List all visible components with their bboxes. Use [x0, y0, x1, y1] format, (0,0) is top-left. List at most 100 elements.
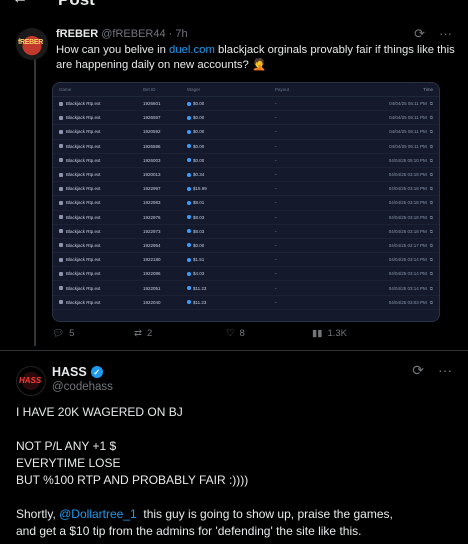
wager-value: $0.00 — [193, 157, 205, 163]
time-cell: 04/04/25 05:11 PM ⧉ — [385, 129, 433, 134]
game-cell: Blackjack Rtp.ext — [59, 158, 143, 163]
external-link-icon: ⧉ — [429, 200, 433, 206]
grok-icon[interactable]: ⟳ — [412, 362, 424, 379]
views-button[interactable]: ▮▮ 1.3K — [312, 328, 347, 339]
author-name[interactable]: fREBER — [56, 28, 98, 40]
divider — [0, 350, 468, 351]
game-icon — [59, 186, 63, 191]
like-count: 8 — [239, 328, 245, 339]
repost-button[interactable]: ⇄ 2 — [134, 328, 226, 339]
game-icon — [59, 215, 63, 220]
domain-link[interactable]: duel.com — [169, 44, 215, 56]
grok-icon[interactable]: ⟳ — [414, 26, 425, 42]
more-icon[interactable]: ··· — [439, 26, 452, 42]
time-cell: 04/04/25 03:14 PM ⧉ — [385, 257, 433, 262]
table-row: Blackjack Rtp.ext 1922983 $8.01 - 04/04/25 0… — [53, 196, 439, 211]
time-value: 04/04/25 03:18 PM — [388, 186, 427, 192]
attached-screenshot[interactable]: Game Bet ID Wager Payout Time Blackjack … — [52, 82, 440, 322]
parent-tweet[interactable]: fREBER fREBER @fREBER44 · 7h ⟳ ··· How c… — [0, 18, 468, 348]
external-link-icon: ⧉ — [429, 271, 433, 277]
table-row: Blackjack Rtp.ext 1922051 $11.23 - 04/04/25 … — [53, 281, 439, 296]
game-icon — [59, 300, 63, 305]
more-icon[interactable]: ··· — [438, 362, 452, 379]
wager-value: $0.34 — [193, 172, 205, 178]
tweet-text-part: Shortly, — [16, 507, 60, 521]
payout-cell: - — [275, 271, 277, 277]
wager-value: $8.01 — [193, 200, 205, 206]
game-icon — [59, 257, 63, 262]
bet-id-cell: 1926601 — [143, 101, 161, 107]
reply-button[interactable]: 💬︎ 5 — [52, 328, 134, 339]
author-handle[interactable]: @fREBER44 — [101, 28, 165, 40]
reply-icon: 💬︎ — [52, 328, 65, 339]
time-cell: 04/04/25 03:18 PM ⧉ — [385, 186, 433, 191]
game-icon — [59, 158, 63, 163]
author-handle[interactable]: @codehass — [52, 381, 113, 393]
coin-icon — [187, 200, 191, 205]
game-name: Blackjack Rtp.ext — [66, 172, 101, 178]
author-name[interactable]: HASS — [52, 365, 87, 379]
bet-id-cell: 1922051 — [143, 285, 161, 291]
avatar[interactable]: fREBER — [16, 28, 48, 60]
coin-icon — [187, 129, 191, 134]
external-link-icon: ⧉ — [429, 101, 433, 107]
game-cell: Blackjack Rtp.ext — [59, 300, 143, 305]
time-value: 04/04/25 05:10 PM — [388, 157, 427, 163]
game-icon — [59, 286, 63, 291]
bet-id-cell: 1920013 — [143, 172, 161, 178]
game-cell: Blackjack Rtp.ext — [59, 129, 143, 134]
mention-link[interactable]: @Dollartree_1 — [59, 507, 137, 521]
tweet-text-part: this guy is going to show up, praise the… — [136, 507, 393, 521]
game-icon — [59, 144, 63, 149]
time-value: 04/04/25 03:14 PM — [388, 271, 427, 277]
time-cell: 04/04/25 05:11 PM ⧉ — [385, 115, 433, 120]
table-row: Blackjack Rtp.ext 1926003 $0.00 - 04/04/25 0… — [53, 154, 439, 168]
game-cell: Blackjack Rtp.ext — [59, 215, 143, 220]
bet-id-cell: 1922086 — [143, 271, 161, 277]
wager-cell: $11.23 — [187, 300, 275, 305]
avatar[interactable]: HASS — [16, 366, 46, 396]
external-link-icon: ⧉ — [429, 299, 433, 305]
coin-icon — [187, 172, 191, 177]
time-value: 04/04/25 03:14 PM — [388, 257, 427, 263]
wager-cell: $8.03 — [187, 229, 275, 234]
game-cell: Blackjack Rtp.ext — [59, 200, 143, 205]
time-cell: 04/04/25 05:11 PM ⧉ — [385, 101, 433, 106]
table-row: Blackjack Rtp.ext 1922180 $1.51 - 04/04/25 0… — [53, 253, 439, 268]
table-row: Blackjack Rtp.ext 1926601 $0.00 - 04/04/25 0… — [53, 97, 439, 112]
tweet-icons: ⟳ ··· — [414, 26, 452, 42]
bet-id-cell: 1922976 — [143, 214, 161, 220]
external-link-icon: ⧉ — [429, 157, 433, 163]
time-cell: 04/04/25 03:03 PM ⧉ — [385, 300, 433, 305]
page-title: Post — [58, 0, 95, 10]
bet-id-cell: 1922954 — [143, 242, 161, 248]
payout-cell: - — [275, 242, 277, 248]
verified-badge-icon: ✓ — [90, 366, 103, 378]
table-row: Blackjack Rtp.ext 1922954 $0.00 - 04/04/25 0… — [53, 239, 439, 254]
table-row: Blackjack Rtp.ext 1922973 $8.03 - 04/04/25 0… — [53, 225, 439, 239]
post-time[interactable]: · 7h — [169, 28, 188, 40]
time-value: 04/04/25 05:11 PM — [389, 101, 427, 107]
coin-icon — [187, 229, 191, 234]
game-cell: Blackjack Rtp.ext — [59, 172, 143, 177]
game-cell: Blackjack Rtp.ext — [59, 144, 143, 149]
table-row: Blackjack Rtp.ext 1926586 $0.00 - 04/04/25 0… — [53, 140, 439, 154]
payout-cell: - — [275, 228, 277, 234]
table-row: Blackjack Rtp.ext 1922040 $11.23 - 04/04/25 … — [53, 296, 439, 310]
payout-cell: - — [275, 200, 277, 206]
like-button[interactable]: ♡ 8 — [226, 328, 312, 339]
wager-value: $0.00 — [193, 242, 205, 248]
game-name: Blackjack Rtp.ext — [66, 200, 101, 206]
payout-cell: - — [275, 186, 277, 192]
time-cell: 04/04/25 03:18 PM ⧉ — [385, 215, 433, 220]
tweet-header: fREBER @fREBER44 · 7h — [56, 28, 188, 40]
game-icon — [59, 172, 63, 177]
table-row: Blackjack Rtp.ext 1922997 $15.99 - 04/04/25 … — [53, 182, 439, 197]
payout-cell: - — [275, 257, 277, 263]
external-link-icon: ⧉ — [429, 186, 433, 192]
tweet-line: BUT %100 RTP AND PROBABLY FAIR :)))) — [16, 473, 249, 487]
time-cell: 04/04/25 03:18 PM ⧉ — [385, 172, 433, 177]
tweet-text-part: How can you belive in — [56, 44, 170, 56]
back-arrow-icon[interactable]: ← — [12, 0, 28, 8]
external-link-icon: ⧉ — [429, 115, 433, 121]
